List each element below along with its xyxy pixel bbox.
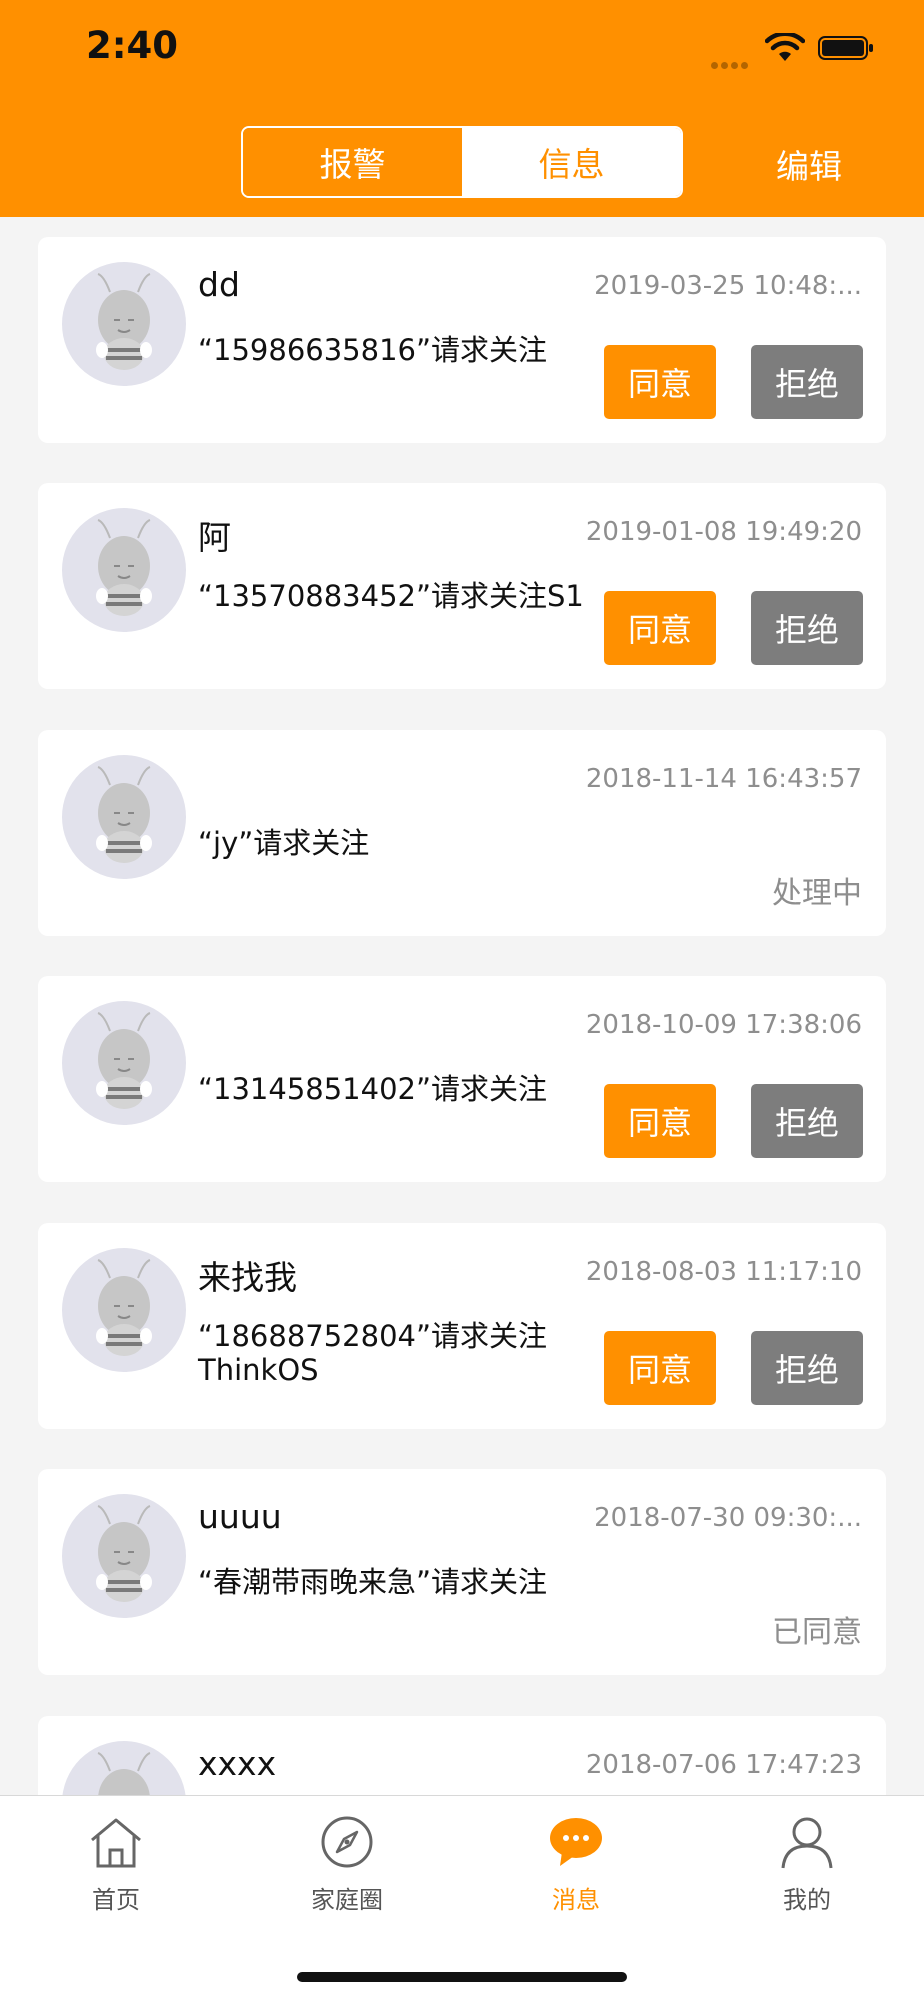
- agree-button[interactable]: 同意: [604, 1331, 716, 1405]
- segmented-control: 报警 信息: [241, 126, 683, 198]
- reject-button[interactable]: 拒绝: [751, 591, 863, 665]
- message-list[interactable]: dd 2019-03-25 10:48:... “15986635816”请求关…: [0, 217, 924, 1795]
- sender-name: 阿: [198, 518, 231, 557]
- message-text: “13570883452”请求关注S1: [198, 579, 584, 613]
- message-card[interactable]: 2018-11-14 16:43:57 “jy”请求关注 处理中: [38, 730, 886, 936]
- agree-button[interactable]: 同意: [604, 345, 716, 419]
- tab-home[interactable]: 首页: [46, 1814, 186, 1915]
- message-time: 2018-07-06 17:47:23: [585, 1750, 862, 1780]
- sender-name: xxxx: [198, 1744, 277, 1783]
- reject-button[interactable]: 拒绝: [751, 1084, 863, 1158]
- reject-button[interactable]: 拒绝: [751, 345, 863, 419]
- sender-name: dd: [198, 265, 240, 304]
- tab-label: 家庭圈: [311, 1886, 383, 1914]
- status-label: 处理中: [772, 876, 862, 911]
- avatar: [62, 1494, 186, 1618]
- message-time: 2018-07-30 09:30:...: [594, 1503, 862, 1533]
- wifi-icon: [765, 33, 805, 61]
- tab-label: 消息: [552, 1886, 600, 1914]
- status-label: 已同意: [772, 1615, 862, 1650]
- sender-name: uuuu: [198, 1497, 282, 1536]
- agree-button[interactable]: 同意: [604, 1084, 716, 1158]
- nav-header: 2:40 报警 信息 编辑: [0, 0, 924, 217]
- message-text: “jy”请求关注: [198, 826, 370, 860]
- tab-messages[interactable]: 消息: [506, 1814, 646, 1915]
- avatar: [62, 1001, 186, 1125]
- tab-bar: 首页 家庭圈 消息 我的: [0, 1795, 924, 2000]
- message-time: 2019-03-25 10:48:...: [594, 271, 862, 301]
- message-text: “15986635816”请求关注: [198, 333, 548, 367]
- message-card[interactable]: xxxx 2018-07-06 17:47:23: [38, 1716, 886, 1795]
- reject-button[interactable]: 拒绝: [751, 1331, 863, 1405]
- bee-avatar-icon: [97, 1752, 151, 1795]
- tab-family-circle[interactable]: 家庭圈: [277, 1814, 417, 1915]
- bee-avatar-icon: [96, 1505, 152, 1602]
- person-icon: [781, 1817, 833, 1869]
- message-card[interactable]: 来找我 2018-08-03 11:17:10 “18688752804”请求关…: [38, 1223, 886, 1429]
- tab-label: 我的: [783, 1886, 831, 1914]
- bee-avatar-icon: [96, 1012, 152, 1109]
- sender-name: 来找我: [198, 1258, 297, 1297]
- bee-avatar-icon: [96, 519, 152, 616]
- tab-label: 首页: [92, 1886, 140, 1914]
- avatar: [62, 1741, 186, 1795]
- message-card[interactable]: dd 2019-03-25 10:48:... “15986635816”请求关…: [38, 237, 886, 443]
- status-time: 2:40: [86, 24, 179, 67]
- signal-icon: [711, 54, 755, 69]
- message-time: 2018-11-14 16:43:57: [585, 764, 862, 794]
- bee-avatar-icon: [96, 273, 152, 370]
- avatar: [62, 1248, 186, 1372]
- compass-icon: [321, 1816, 373, 1868]
- bee-avatar-icon: [96, 766, 152, 863]
- message-text: “18688752804”请求关注ThinkOS: [198, 1319, 548, 1387]
- avatar: [62, 755, 186, 879]
- tab-info[interactable]: 信息: [462, 128, 681, 196]
- message-time: 2018-08-03 11:17:10: [585, 1257, 862, 1287]
- message-card[interactable]: 阿 2019-01-08 19:49:20 “13570883452”请求关注S…: [38, 483, 886, 689]
- message-text: “13145851402”请求关注: [198, 1072, 548, 1106]
- home-icon: [91, 1818, 141, 1868]
- tab-alarm[interactable]: 报警: [243, 128, 462, 196]
- chat-bubble-icon: [550, 1818, 602, 1866]
- message-time: 2018-10-09 17:38:06: [585, 1010, 862, 1040]
- bee-avatar-icon: [96, 1259, 152, 1356]
- agree-button[interactable]: 同意: [604, 591, 716, 665]
- message-time: 2019-01-08 19:49:20: [585, 517, 862, 547]
- message-text: “春潮带雨晚来急”请求关注: [198, 1565, 548, 1599]
- tab-mine[interactable]: 我的: [737, 1814, 877, 1915]
- message-card[interactable]: 2018-10-09 17:38:06 “13145851402”请求关注 同意…: [38, 976, 886, 1182]
- home-indicator: [297, 1972, 627, 1982]
- edit-button[interactable]: 编辑: [776, 140, 842, 188]
- battery-icon: [818, 36, 873, 60]
- message-card[interactable]: uuuu 2018-07-30 09:30:... “春潮带雨晚来急”请求关注 …: [38, 1469, 886, 1675]
- avatar: [62, 262, 186, 386]
- avatar: [62, 508, 186, 632]
